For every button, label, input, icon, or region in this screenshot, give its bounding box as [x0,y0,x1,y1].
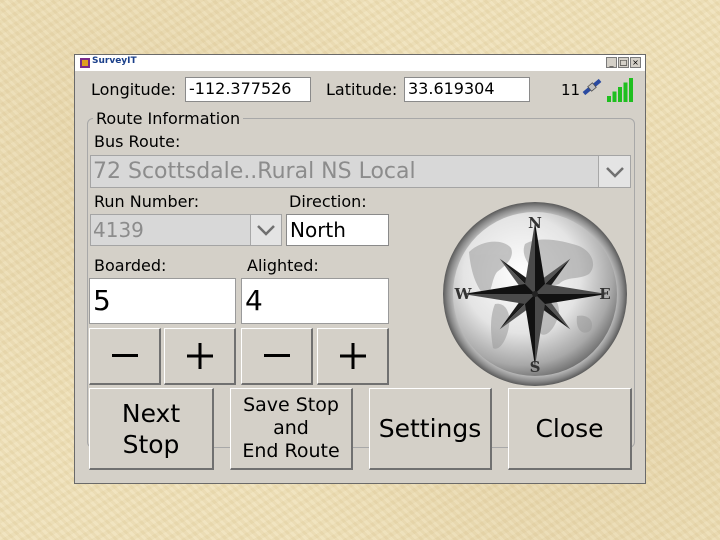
direction-label: Direction: [289,192,367,211]
boarded-field[interactable]: 5 [89,278,236,324]
direction-field[interactable]: North [286,214,389,246]
signal-strength-icon [607,78,633,102]
close-button[interactable]: Close [508,388,632,470]
signal-bar [607,96,611,102]
app-window: SurveyIT _ □ × Longitude: -112.377526 La… [74,54,646,484]
minus-icon [263,354,290,357]
bus-route-value: 72 Scottsdale..Rural NS Local [93,159,416,184]
longitude-label: Longitude: [91,80,176,99]
bus-route-dropdown-button[interactable] [598,156,630,187]
next-stop-button[interactable]: Next Stop [89,388,214,470]
boarded-increment-button[interactable] [164,328,236,385]
alighted-decrement-button[interactable] [241,328,313,385]
alighted-field[interactable]: 4 [241,278,389,324]
compass-east-label: E [599,285,610,303]
longitude-field[interactable]: -112.377526 [185,77,311,102]
run-number-label: Run Number: [94,192,200,211]
compass-south-label: S [530,358,541,376]
chevron-down-icon [605,166,624,178]
bus-route-label: Bus Route: [94,132,181,151]
route-information-title: Route Information [93,109,244,128]
alighted-increment-button[interactable] [317,328,389,385]
compass-west-label: W [454,285,473,303]
plus-icon [186,343,213,369]
satellite-icon [582,78,602,96]
close-window-button[interactable]: × [630,57,641,68]
satellite-count: 11 [561,81,581,99]
bus-route-select[interactable]: 72 Scottsdale..Rural NS Local [90,155,631,188]
run-number-select[interactable]: 4139 [90,214,282,246]
save-stop-end-route-button[interactable]: Save Stop and End Route [230,388,353,470]
run-number-value: 4139 [93,218,144,242]
plus-icon [339,343,366,369]
boarded-label: Boarded: [94,256,167,275]
title-bar: SurveyIT _ □ × [75,55,645,71]
maximize-button[interactable]: □ [618,57,629,68]
minus-icon [111,354,138,357]
app-icon [80,58,90,68]
alighted-label: Alighted: [247,256,319,275]
signal-bar [612,91,617,102]
minimize-button[interactable]: _ [606,57,617,68]
signal-bar [623,82,628,102]
latitude-field[interactable]: 33.619304 [404,77,530,102]
chevron-down-icon [257,225,275,236]
settings-button[interactable]: Settings [369,388,492,470]
compass-north-label: N [528,214,542,232]
window-title: SurveyIT [92,56,137,66]
signal-bar [618,87,622,102]
latitude-label: Latitude: [326,80,398,99]
signal-bar [629,78,633,102]
compass-icon: N S E W [443,202,627,386]
run-number-dropdown-button[interactable] [250,215,281,245]
boarded-decrement-button[interactable] [89,328,161,385]
